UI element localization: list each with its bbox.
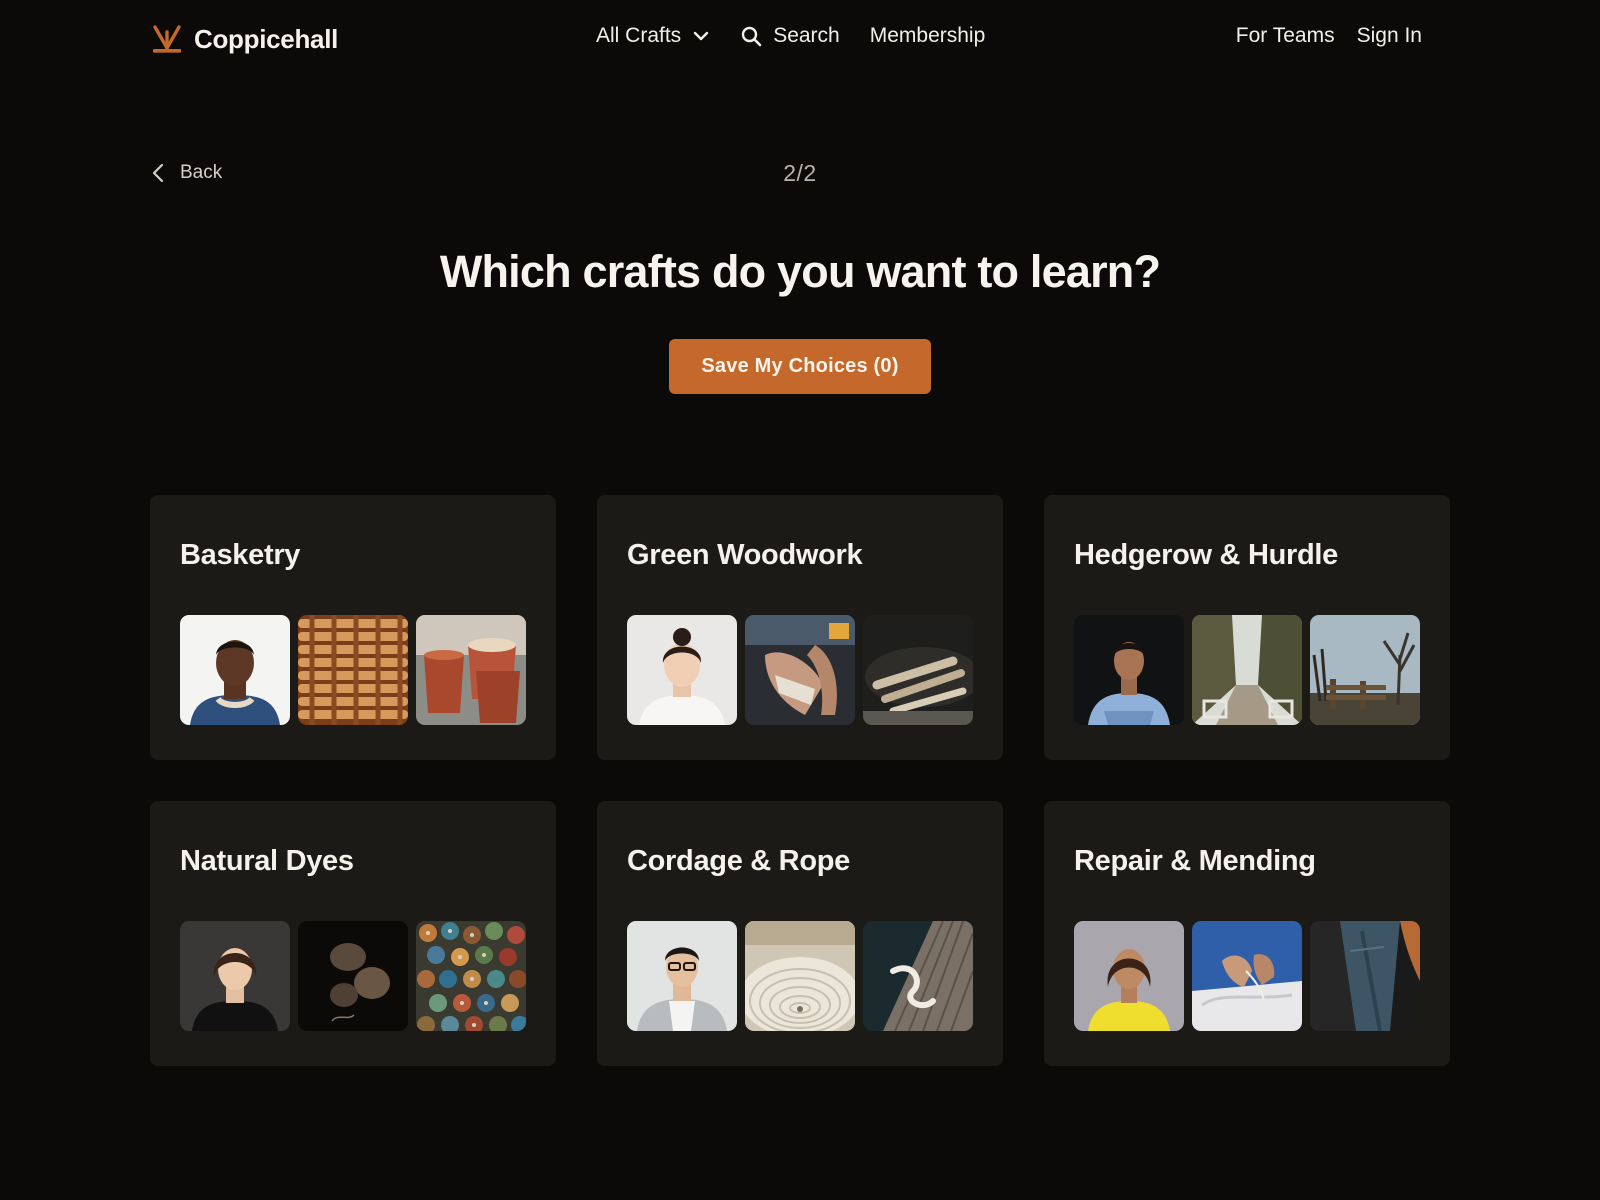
all-crafts-label: All Crafts bbox=[596, 24, 682, 47]
dried-dye-pods-image bbox=[298, 921, 408, 1031]
craft-thumbnails bbox=[1074, 921, 1420, 1031]
hands-carving-image bbox=[745, 615, 855, 725]
craft-thumbnails bbox=[1074, 615, 1420, 725]
chevron-down-icon bbox=[693, 31, 709, 41]
craft-thumbnails bbox=[180, 615, 526, 725]
craft-thumbnails bbox=[627, 615, 973, 725]
carved-spoons-image bbox=[863, 615, 973, 725]
instructor-portrait-image bbox=[180, 615, 290, 725]
craft-card-title: Green Woodwork bbox=[627, 539, 863, 571]
membership-link[interactable]: Membership bbox=[870, 24, 986, 48]
brand-home-link[interactable]: Coppicehall bbox=[150, 22, 338, 56]
denim-jacket-image bbox=[1310, 921, 1420, 1031]
top-navigation: Coppicehall All Crafts Search Membership… bbox=[0, 0, 1600, 80]
instructor-portrait-image bbox=[627, 615, 737, 725]
craft-card-title: Basketry bbox=[180, 539, 301, 571]
craft-card-hedgerow-hurdle[interactable]: Hedgerow & Hurdle bbox=[1044, 495, 1450, 760]
craft-card-repair-mending[interactable]: Repair & Mending bbox=[1044, 801, 1450, 1066]
woven-willow-image bbox=[298, 615, 408, 725]
coiled-rope-image bbox=[745, 921, 855, 1031]
primary-nav: All Crafts Search Membership bbox=[596, 24, 985, 48]
fence-and-trees-image bbox=[1310, 615, 1420, 725]
craft-card-natural-dyes[interactable]: Natural Dyes bbox=[150, 801, 556, 1066]
sign-in-link[interactable]: Sign In bbox=[1357, 24, 1422, 48]
membership-label: Membership bbox=[869, 24, 986, 47]
crafts-grid: Basketry Green Woodwork Hedgerow & Hurdl… bbox=[150, 495, 1450, 1066]
country-lane-image bbox=[1192, 615, 1302, 725]
dyed-thread-spools-image bbox=[416, 921, 526, 1031]
rope-knot-on-deck-image bbox=[863, 921, 973, 1031]
step-counter: 2/2 bbox=[783, 160, 817, 186]
craft-card-cordage-rope[interactable]: Cordage & Rope bbox=[597, 801, 1003, 1066]
craft-card-title: Hedgerow & Hurdle bbox=[1074, 539, 1338, 571]
for-teams-link[interactable]: For Teams bbox=[1236, 24, 1335, 48]
all-crafts-dropdown[interactable]: All Crafts bbox=[596, 24, 709, 48]
instructor-portrait-image bbox=[1074, 921, 1184, 1031]
craft-card-basketry[interactable]: Basketry bbox=[150, 495, 556, 760]
search-icon bbox=[741, 26, 762, 46]
instructor-portrait-image bbox=[1074, 615, 1184, 725]
craft-card-title: Cordage & Rope bbox=[627, 845, 850, 877]
hands-sewing-image bbox=[1192, 921, 1302, 1031]
search-button[interactable]: Search bbox=[741, 24, 840, 48]
page-title: Which crafts do you want to learn? bbox=[439, 246, 1161, 297]
sprout-icon bbox=[153, 25, 181, 53]
craft-card-title: Natural Dyes bbox=[180, 845, 354, 877]
brand-name: Coppicehall bbox=[194, 23, 339, 54]
finished-baskets-image bbox=[416, 615, 526, 725]
instructor-portrait-image bbox=[627, 921, 737, 1031]
instructor-portrait-image bbox=[180, 921, 290, 1031]
search-label: Search bbox=[773, 24, 840, 47]
save-choices-button[interactable]: Save My Choices (0) bbox=[669, 339, 931, 394]
craft-thumbnails bbox=[180, 921, 526, 1031]
craft-card-green-woodwork[interactable]: Green Woodwork bbox=[597, 495, 1003, 760]
craft-thumbnails bbox=[627, 921, 973, 1031]
account-nav: For Teams Sign In bbox=[1236, 24, 1422, 48]
craft-card-title: Repair & Mending bbox=[1074, 845, 1316, 877]
